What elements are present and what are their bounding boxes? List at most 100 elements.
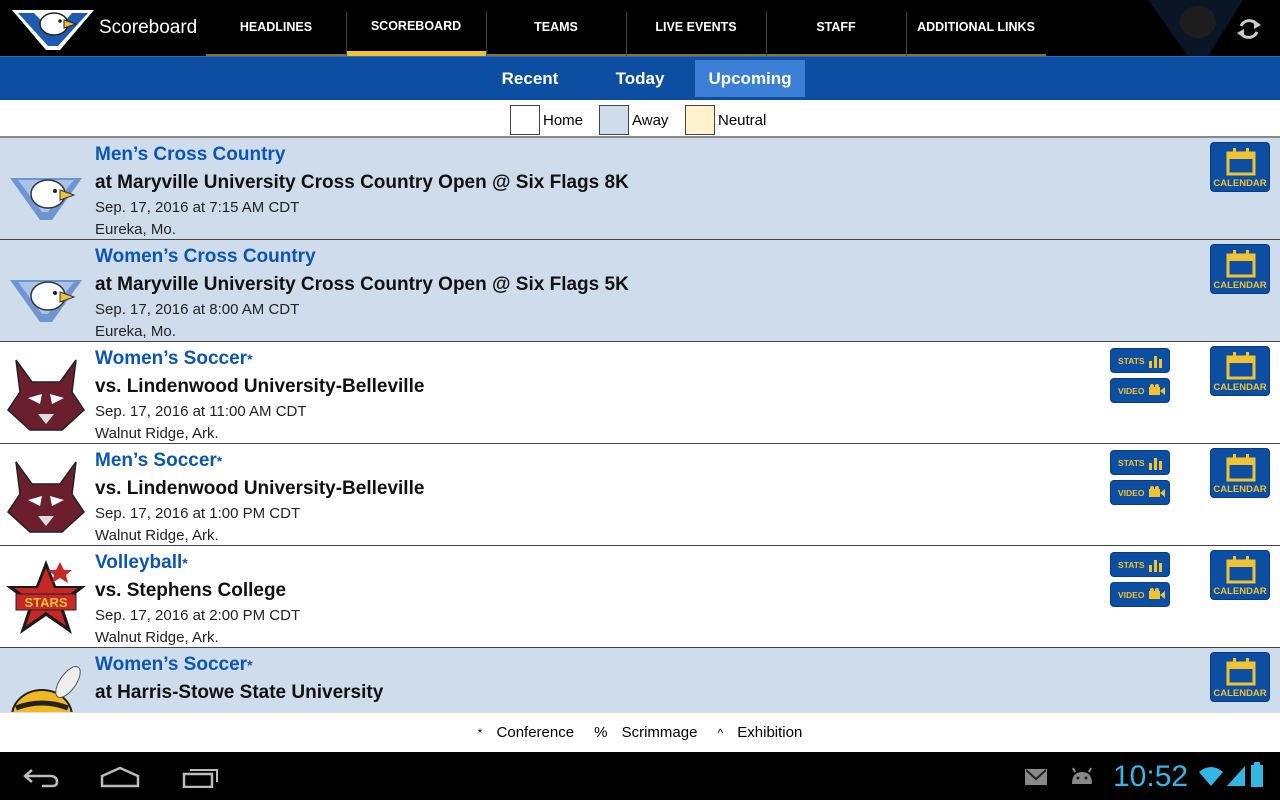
stats-label: STATS bbox=[1118, 458, 1145, 468]
svg-text:STARS: STARS bbox=[24, 595, 67, 610]
sport-name[interactable]: Women’s Soccer* bbox=[95, 348, 253, 370]
back-icon[interactable] bbox=[22, 766, 60, 788]
event-datetime: Sep. 17, 2016 at 2:00 PM CDT bbox=[95, 607, 301, 624]
legend-neutral: Neutral bbox=[685, 105, 766, 135]
event-location: Walnut Ridge, Ark. bbox=[95, 425, 219, 442]
event-row[interactable]: Women’s Soccer* vs. Lindenwood Universit… bbox=[0, 342, 1280, 444]
home-swatch bbox=[510, 105, 540, 135]
calendar-button[interactable]: CALENDAR bbox=[1210, 346, 1270, 396]
subtab-today[interactable]: Today bbox=[600, 60, 680, 97]
event-list[interactable]: Men’s Cross Country at Maryville Univers… bbox=[0, 138, 1280, 712]
calendar-icon bbox=[1226, 352, 1256, 380]
gmail-icon[interactable] bbox=[1024, 768, 1048, 786]
event-datetime: Sep. 17, 2016 at 8:00 AM CDT bbox=[95, 301, 300, 318]
calendar-button[interactable]: CALENDAR bbox=[1210, 652, 1270, 702]
sport-name[interactable]: Men’s Cross Country bbox=[95, 144, 285, 166]
event-datetime: Sep. 17, 2016 at 1:00 PM CDT bbox=[95, 505, 301, 522]
tab-headlines[interactable]: HEADLINES bbox=[206, 0, 346, 56]
event-datetime: Sep. 17, 2016 at 11:00 AM CDT bbox=[95, 403, 307, 420]
stars-logo: STARS bbox=[6, 560, 86, 634]
bar-chart-icon bbox=[1149, 560, 1162, 572]
event-opponent: at Maryville University Cross Country Op… bbox=[95, 274, 629, 295]
video-camera-icon bbox=[1149, 486, 1165, 497]
stats-button[interactable]: STATS bbox=[1110, 348, 1170, 373]
exhibition-symbol: ^ bbox=[717, 726, 724, 740]
stats-label: STATS bbox=[1118, 560, 1145, 570]
legend-label: Away bbox=[632, 111, 669, 129]
subtab-recent[interactable]: Recent bbox=[490, 60, 570, 97]
calendar-icon bbox=[1226, 148, 1256, 176]
lynx-logo bbox=[7, 359, 85, 431]
event-location: Eureka, Mo. bbox=[95, 323, 176, 340]
system-navigation-bar: 10:52 bbox=[0, 752, 1280, 800]
calendar-label: CALENDAR bbox=[1213, 586, 1267, 597]
calendar-label: CALENDAR bbox=[1213, 484, 1267, 495]
bar-chart-icon bbox=[1149, 356, 1162, 368]
hornet-logo bbox=[11, 666, 81, 712]
video-label: VIDEO bbox=[1118, 488, 1145, 498]
clock: 10:52 bbox=[1113, 760, 1189, 793]
sport-name[interactable]: Women’s Cross Country bbox=[95, 246, 316, 268]
conference-label: Conference bbox=[496, 724, 575, 741]
tab-scoreboard[interactable]: SCOREBOARD bbox=[346, 0, 486, 56]
subtab-upcoming[interactable]: Upcoming bbox=[695, 60, 805, 97]
video-button[interactable]: VIDEO bbox=[1110, 378, 1170, 403]
video-button[interactable]: VIDEO bbox=[1110, 480, 1170, 505]
calendar-label: CALENDAR bbox=[1213, 178, 1267, 189]
eagle-logo[interactable] bbox=[10, 4, 96, 52]
event-opponent: at Harris-Stowe State University bbox=[95, 682, 384, 703]
event-row[interactable]: Women’s Cross Country at Maryville Unive… bbox=[0, 240, 1280, 342]
calendar-button[interactable]: CALENDAR bbox=[1210, 142, 1270, 192]
eagle-watermark-icon bbox=[1148, 0, 1243, 56]
sport-name[interactable]: Women’s Soccer* bbox=[95, 654, 253, 676]
away-swatch bbox=[599, 105, 629, 135]
event-opponent: vs. Lindenwood University-Belleville bbox=[95, 478, 425, 499]
stats-button[interactable]: STATS bbox=[1110, 552, 1170, 577]
video-label: VIDEO bbox=[1118, 590, 1145, 600]
event-location: Walnut Ridge, Ark. bbox=[95, 629, 219, 646]
legend-home: Home bbox=[510, 105, 583, 135]
sport-name[interactable]: Men’s Soccer* bbox=[95, 450, 222, 472]
wifi-icon bbox=[1199, 767, 1223, 786]
refresh-icon[interactable] bbox=[1234, 14, 1264, 44]
stats-label: STATS bbox=[1118, 356, 1145, 366]
stats-button[interactable]: STATS bbox=[1110, 450, 1170, 475]
event-type-key: * Conference % Scrimmage ^ Exhibition bbox=[0, 712, 1280, 752]
action-bar: Scoreboard HEADLINES SCOREBOARD TEAMS LI… bbox=[0, 0, 1280, 56]
tab-teams[interactable]: TEAMS bbox=[486, 0, 626, 56]
lynx-logo bbox=[7, 461, 85, 533]
android-icon[interactable] bbox=[1070, 766, 1094, 786]
sub-tab-bar: Recent Today Upcoming bbox=[0, 56, 1280, 100]
event-row[interactable]: Men’s Soccer* vs. Lindenwood University-… bbox=[0, 444, 1280, 546]
calendar-label: CALENDAR bbox=[1213, 382, 1267, 393]
calendar-icon bbox=[1226, 556, 1256, 584]
battery-icon bbox=[1251, 762, 1263, 787]
legend-away: Away bbox=[599, 105, 668, 135]
event-row[interactable]: Women’s Soccer* at Harris-Stowe State Un… bbox=[0, 648, 1280, 712]
calendar-button[interactable]: CALENDAR bbox=[1210, 550, 1270, 600]
event-row[interactable]: Men’s Cross Country at Maryville Univers… bbox=[0, 138, 1280, 240]
neutral-swatch bbox=[685, 105, 715, 135]
home-icon[interactable] bbox=[100, 766, 140, 788]
calendar-icon bbox=[1226, 454, 1256, 482]
event-opponent: vs. Lindenwood University-Belleville bbox=[95, 376, 425, 397]
video-camera-icon bbox=[1149, 384, 1165, 395]
calendar-button[interactable]: CALENDAR bbox=[1210, 244, 1270, 294]
tab-live-events[interactable]: LIVE EVENTS bbox=[626, 0, 766, 56]
tab-additional-links[interactable]: ADDITIONAL LINKS bbox=[906, 0, 1046, 56]
event-location: Eureka, Mo. bbox=[95, 221, 176, 238]
event-row[interactable]: STARS Volleyball* vs. Stephens College S… bbox=[0, 546, 1280, 648]
bar-chart-icon bbox=[1149, 458, 1162, 470]
exhibition-label: Exhibition bbox=[737, 724, 803, 741]
signal-icon bbox=[1227, 766, 1245, 786]
recent-apps-icon[interactable] bbox=[182, 766, 220, 788]
sport-name[interactable]: Volleyball* bbox=[95, 552, 188, 574]
eagle-logo bbox=[10, 280, 82, 322]
event-datetime: Sep. 17, 2016 at 7:15 AM CDT bbox=[95, 199, 300, 216]
event-opponent: vs. Stephens College bbox=[95, 580, 287, 601]
calendar-button[interactable]: CALENDAR bbox=[1210, 448, 1270, 498]
tab-staff[interactable]: STAFF bbox=[766, 0, 906, 56]
legend-label: Neutral bbox=[718, 111, 767, 129]
video-camera-icon bbox=[1149, 588, 1165, 599]
video-button[interactable]: VIDEO bbox=[1110, 582, 1170, 607]
